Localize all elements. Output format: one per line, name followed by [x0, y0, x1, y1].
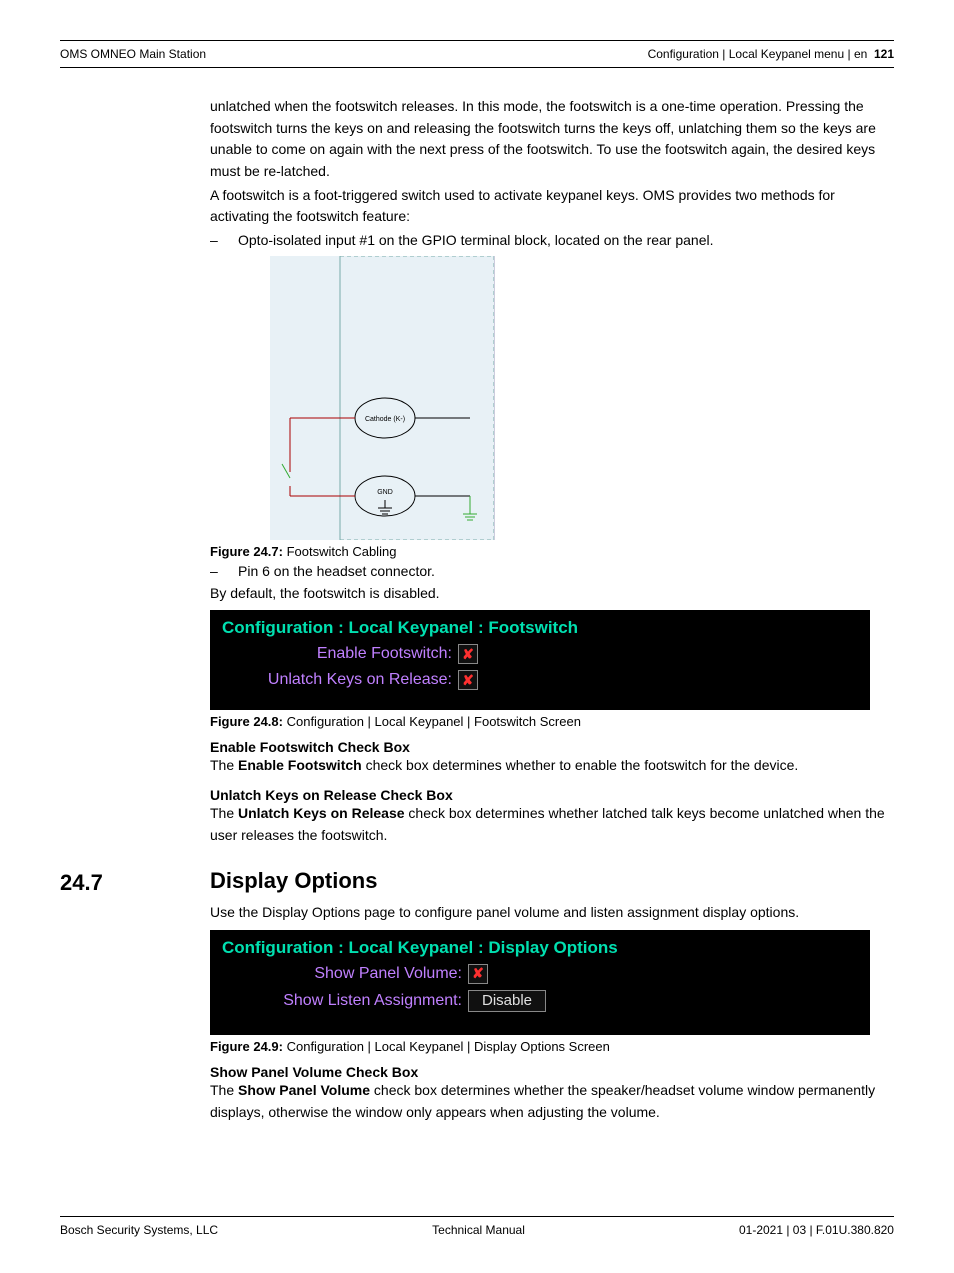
figure-caption: Figure 24.7: Footswitch Cabling — [210, 544, 894, 559]
unlatch-keys-checkbox[interactable]: ✘ — [458, 670, 478, 690]
screen-title: Configuration : Local Keypanel : Footswi… — [222, 618, 578, 638]
show-listen-assignment-label: Show Listen Assignment: — [222, 992, 462, 1010]
paragraph: Use the Display Options page to configur… — [210, 902, 894, 924]
page-header: OMS OMNEO Main Station Configuration | L… — [60, 47, 894, 61]
enable-footswitch-label: Enable Footswitch: — [222, 645, 452, 663]
x-icon: ✘ — [472, 965, 484, 982]
figure-label: Figure 24.7: — [210, 544, 283, 559]
figure-caption: Figure 24.9: Configuration | Local Keypa… — [210, 1039, 894, 1054]
paragraph: unlatched when the footswitch releases. … — [210, 96, 894, 183]
footswitch-cabling-diagram: Cathode (K-) GND — [270, 256, 495, 540]
figure-text: Footswitch Cabling — [287, 544, 397, 559]
list-item-text: Pin 6 on the headset connector. — [238, 561, 894, 583]
show-panel-volume-label: Show Panel Volume: — [222, 965, 462, 983]
paragraph: A footswitch is a foot-triggered switch … — [210, 185, 894, 228]
list-item-text: Opto-isolated input #1 on the GPIO termi… — [238, 230, 894, 252]
x-icon: ✘ — [462, 672, 474, 689]
footer-left: Bosch Security Systems, LLC — [60, 1223, 218, 1237]
section-heading: 24.7 Display Options — [60, 868, 894, 896]
figure-label: Figure 24.9: — [210, 1039, 283, 1054]
gnd-label: GND — [377, 489, 393, 496]
paragraph: The Unlatch Keys on Release check box de… — [210, 803, 894, 846]
header-right: Configuration | Local Keypanel menu | en… — [648, 47, 894, 61]
cathode-label: Cathode (K-) — [365, 416, 405, 423]
paragraph: By default, the footswitch is disabled. — [210, 583, 894, 605]
figure-text: Configuration | Local Keypanel | Footswi… — [287, 714, 581, 729]
footer-center: Technical Manual — [432, 1223, 525, 1237]
header-left: OMS OMNEO Main Station — [60, 47, 206, 61]
show-listen-assignment-value[interactable]: Disable — [468, 990, 546, 1012]
screen-title: Configuration : Local Keypanel : Display… — [222, 938, 618, 958]
figure-label: Figure 24.8: — [210, 714, 283, 729]
unlatch-keys-label: Unlatch Keys on Release: — [222, 671, 452, 689]
subsection-heading: Unlatch Keys on Release Check Box — [210, 787, 894, 803]
footer-right: 01-2021 | 03 | F.01U.380.820 — [739, 1223, 894, 1237]
header-right-text: Configuration | Local Keypanel menu | en — [648, 47, 868, 61]
section-title: Display Options — [210, 868, 377, 896]
subsection-heading: Show Panel Volume Check Box — [210, 1064, 894, 1080]
enable-footswitch-checkbox[interactable]: ✘ — [458, 644, 478, 664]
x-icon: ✘ — [462, 646, 474, 663]
figure-caption: Figure 24.8: Configuration | Local Keypa… — [210, 714, 894, 729]
page-number: 121 — [874, 47, 894, 61]
list-item: – Pin 6 on the headset connector. — [210, 561, 894, 583]
paragraph: The Show Panel Volume check box determin… — [210, 1080, 894, 1123]
subsection-heading: Enable Footswitch Check Box — [210, 739, 894, 755]
figure-text: Configuration | Local Keypanel | Display… — [287, 1039, 610, 1054]
display-options-screen: Configuration : Local Keypanel : Display… — [210, 930, 870, 1035]
paragraph: The Enable Footswitch check box determin… — [210, 755, 894, 777]
footswitch-screen: Configuration : Local Keypanel : Footswi… — [210, 610, 870, 710]
list-item: – Opto-isolated input #1 on the GPIO ter… — [210, 230, 894, 252]
section-number: 24.7 — [60, 868, 210, 896]
page-footer: Bosch Security Systems, LLC Technical Ma… — [60, 1223, 894, 1237]
show-panel-volume-checkbox[interactable]: ✘ — [468, 964, 488, 984]
